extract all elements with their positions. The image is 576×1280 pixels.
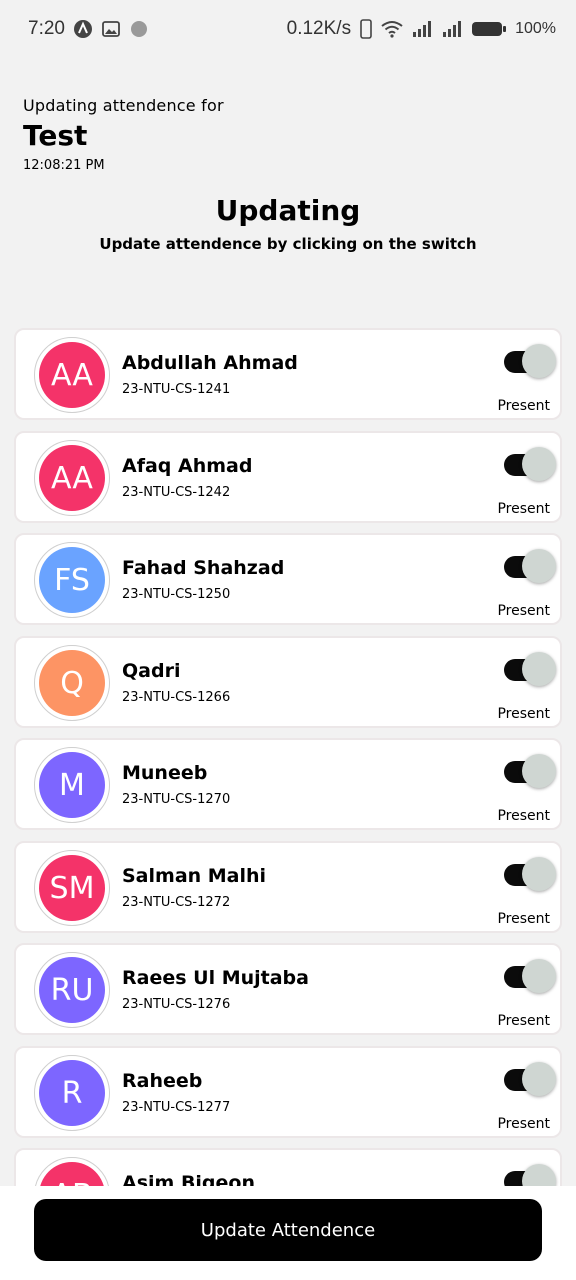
toggle-thumb (522, 959, 556, 993)
student-name: Fahad Shahzad (122, 557, 285, 579)
student-list[interactable]: AA Abdullah Ahmad 23-NTU-CS-1241 Present AA A… (14, 328, 562, 1186)
student-card: SM Salman Malhi 23-NTU-CS-1272 Present (14, 841, 562, 933)
avatar-initials: AA (39, 342, 105, 408)
student-roll-number: 23-NTU-CS-1250 (122, 587, 231, 602)
toggle-thumb (522, 857, 556, 891)
student-name: Raheeb (122, 1070, 203, 1092)
attendance-status: Present (497, 808, 550, 824)
avatar-initials: M (39, 752, 105, 818)
header: Updating attendence for Test 12:08:21 PM (23, 96, 224, 173)
student-roll-number: 23-NTU-CS-1241 (122, 382, 231, 397)
student-roll-number: 23-NTU-CS-1277 (122, 1100, 231, 1115)
student-card: AA Abdullah Ahmad 23-NTU-CS-1241 Present (14, 328, 562, 420)
avatar: FS (34, 542, 110, 618)
student-card: AA Afaq Ahmad 23-NTU-CS-1242 Present (14, 431, 562, 523)
attendance-toggle[interactable] (502, 1062, 556, 1098)
attendance-status: Present (497, 398, 550, 414)
signal-icon (411, 20, 433, 38)
avatar-initials: R (39, 1060, 105, 1126)
attendance-status: Present (497, 911, 550, 927)
student-roll-number: 23-NTU-CS-1266 (122, 690, 231, 705)
avatar-initials: AA (39, 445, 105, 511)
student-roll-number: 23-NTU-CS-1242 (122, 485, 231, 500)
avatar: AA (34, 337, 110, 413)
avatar-initials: AB (39, 1162, 105, 1186)
update-attendance-button[interactable]: Update Attendence (34, 1199, 542, 1261)
signal-2-icon (441, 20, 463, 38)
avatar-initials: RU (39, 957, 105, 1023)
student-card: M Muneeb 23-NTU-CS-1270 Present (14, 738, 562, 830)
status-bar-left: 7:20 (28, 18, 149, 40)
attendance-toggle[interactable] (502, 652, 556, 688)
toggle-thumb (522, 447, 556, 481)
attendance-toggle[interactable] (502, 857, 556, 893)
avatar-initials: FS (39, 547, 105, 613)
avatar: AB (34, 1157, 110, 1186)
network-speed: 0.12K/s (286, 18, 352, 39)
bottom-bar: Update Attendence (0, 1186, 576, 1280)
student-card: R Raheeb 23-NTU-CS-1277 Present (14, 1046, 562, 1138)
attendance-status: Present (497, 706, 550, 722)
student-roll-number: 23-NTU-CS-1272 (122, 895, 231, 910)
phone-icon (359, 19, 373, 39)
student-name: Raees Ul Mujtaba (122, 967, 309, 989)
attendance-status: Present (497, 1116, 550, 1132)
attendance-toggle[interactable] (502, 344, 556, 380)
status-bar-right: 0.12K/s 100% (287, 18, 556, 40)
header-subtitle: Updating attendence for (23, 96, 224, 115)
status-bar: 7:20 0.12K/s 100% (0, 0, 576, 58)
student-name: Abdullah Ahmad (122, 352, 298, 374)
header-time: 12:08:21 PM (23, 158, 105, 173)
student-name: Asim Bigeon (122, 1172, 255, 1186)
avatar: M (34, 747, 110, 823)
student-name: Salman Malhi (122, 865, 267, 887)
toggle-thumb (522, 652, 556, 686)
avatar: Q (34, 645, 110, 721)
toggle-thumb (522, 549, 556, 583)
toggle-thumb (522, 754, 556, 788)
status-time: 7:20 (28, 18, 65, 39)
avatar: R (34, 1055, 110, 1131)
student-roll-number: 23-NTU-CS-1270 (122, 792, 231, 807)
app-notification-icon (73, 19, 93, 39)
toggle-thumb (522, 1164, 556, 1186)
student-roll-number: 23-NTU-CS-1276 (122, 997, 231, 1012)
avatar: SM (34, 850, 110, 926)
attendance-toggle[interactable] (502, 959, 556, 995)
attendance-status: Present (497, 1013, 550, 1029)
dot-notification-icon (129, 19, 149, 39)
battery-percent: 100% (515, 20, 556, 37)
image-notification-icon (101, 19, 121, 39)
section-title: Updating (215, 194, 361, 227)
avatar-initials: Q (39, 650, 105, 716)
attendance-toggle[interactable] (502, 447, 556, 483)
attendance-toggle[interactable] (502, 754, 556, 790)
student-card: AB Asim Bigeon (14, 1148, 562, 1186)
section-heading: Updating Update attendence by clicking o… (0, 194, 576, 253)
student-name: Qadri (122, 660, 181, 682)
attendance-toggle[interactable] (502, 1164, 556, 1186)
avatar: AA (34, 440, 110, 516)
page-title: Test (23, 119, 88, 152)
student-card: Q Qadri 23-NTU-CS-1266 Present (14, 636, 562, 728)
wifi-icon (381, 20, 403, 38)
student-card: FS Fahad Shahzad 23-NTU-CS-1250 Present (14, 533, 562, 625)
student-card: RU Raees Ul Mujtaba 23-NTU-CS-1276 Present (14, 943, 562, 1035)
attendance-status: Present (497, 501, 550, 517)
attendance-toggle[interactable] (502, 549, 556, 585)
toggle-thumb (522, 1062, 556, 1096)
toggle-thumb (522, 344, 556, 378)
battery-icon (471, 20, 507, 38)
section-description: Update attendence by clicking on the swi… (99, 235, 477, 253)
attendance-status: Present (497, 603, 550, 619)
student-name: Muneeb (122, 762, 208, 784)
avatar-initials: SM (39, 855, 105, 921)
avatar: RU (34, 952, 110, 1028)
student-name: Afaq Ahmad (122, 455, 253, 477)
